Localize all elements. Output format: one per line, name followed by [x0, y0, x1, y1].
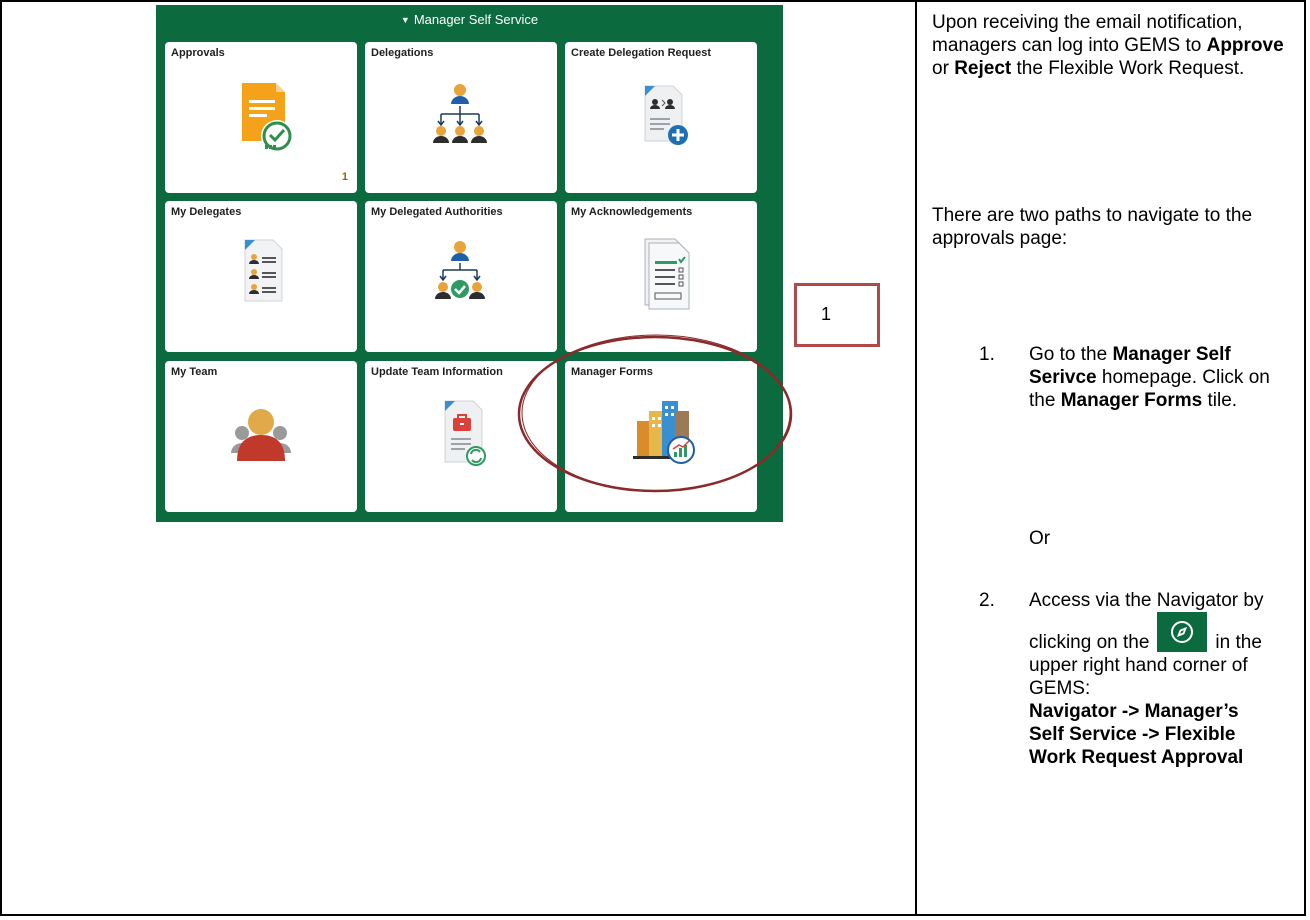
paths-text: There are two paths to navigate to the a…	[932, 205, 1253, 249]
column-divider	[915, 0, 917, 916]
intro-paragraph: Upon receiving the email notification, m…	[932, 11, 1292, 80]
approvals-document-check-icon	[242, 83, 293, 152]
navigator-path: Navigator -> Manager’s Self Service -> F…	[1029, 701, 1244, 768]
step-1-body: Go to the Manager Self Serivce homepage.…	[1029, 343, 1274, 412]
tile-my-team[interactable]: My Team	[165, 361, 357, 512]
step-2-body: Access via the Navigator by clicking on …	[1029, 589, 1274, 769]
delegated-authorities-hierarchy-check-icon	[435, 241, 485, 299]
tile-manager-forms[interactable]: Manager Forms	[565, 361, 757, 512]
homepage-title: Manager Self Service	[413, 12, 539, 27]
tile-delegations[interactable]: Delegations	[365, 42, 557, 193]
tile-title: My Delegated Authorities	[371, 206, 503, 218]
manager-self-service-panel: ▼Manager Self Service Approvals 1 Deleg	[156, 5, 783, 522]
reject-keyword: Reject	[954, 58, 1012, 79]
intro-text-2: the Flexible Work Request.	[1011, 58, 1245, 79]
tile-approvals[interactable]: Approvals 1	[165, 42, 357, 193]
delegates-list-document-icon	[244, 239, 283, 302]
tile-create-delegation-request[interactable]: Create Delegation Request	[565, 42, 757, 193]
or-separator: Or	[1029, 528, 1051, 549]
tile-title: Manager Forms	[571, 366, 653, 378]
acknowledgements-checklist-icon	[644, 238, 690, 310]
step-1-text-e: tile.	[1202, 390, 1238, 411]
tile-title: My Delegates	[171, 206, 242, 218]
caret-down-icon: ▼	[400, 15, 410, 25]
intro-text-1: Upon receiving the email notification, m…	[932, 12, 1243, 56]
tile-my-delegates[interactable]: My Delegates	[165, 201, 357, 352]
tile-title: Delegations	[371, 47, 434, 59]
tile-title: Update Team Information	[371, 366, 503, 378]
tile-title: Create Delegation Request	[571, 47, 711, 59]
create-delegation-document-plus-icon	[644, 85, 688, 145]
compass-icon	[1171, 621, 1194, 643]
manager-forms-buildings-chart-icon	[633, 401, 695, 464]
update-team-briefcase-refresh-icon	[444, 400, 486, 466]
navigator-button	[1157, 612, 1208, 652]
callout-number: 1	[821, 304, 832, 324]
team-people-icon	[231, 409, 291, 461]
step-2-number: 2.	[979, 590, 995, 611]
step-1-number: 1.	[979, 344, 995, 365]
tile-title: Approvals	[171, 47, 225, 59]
tile-title: My Team	[171, 366, 218, 378]
tile-my-acknowledgements[interactable]: My Acknowledgements	[565, 201, 757, 352]
step-1-text-a: Go to the	[1029, 344, 1113, 365]
approve-keyword: Approve	[1206, 35, 1284, 56]
paths-paragraph: There are two paths to navigate to the a…	[932, 204, 1292, 250]
step-number-callout: 1	[794, 283, 880, 347]
approvals-count-badge: 1	[341, 171, 348, 183]
tile-update-team-information[interactable]: Update Team Information	[365, 361, 557, 512]
or-text: or	[932, 58, 955, 79]
tile-title: My Acknowledgements	[571, 206, 693, 218]
delegation-hierarchy-icon	[433, 84, 487, 143]
manager-forms-link-text: Manager Forms	[1060, 390, 1203, 411]
tile-my-delegated-authorities[interactable]: My Delegated Authorities	[365, 201, 557, 352]
homepage-selector[interactable]: ▼ Manager Self Service	[156, 5, 783, 37]
